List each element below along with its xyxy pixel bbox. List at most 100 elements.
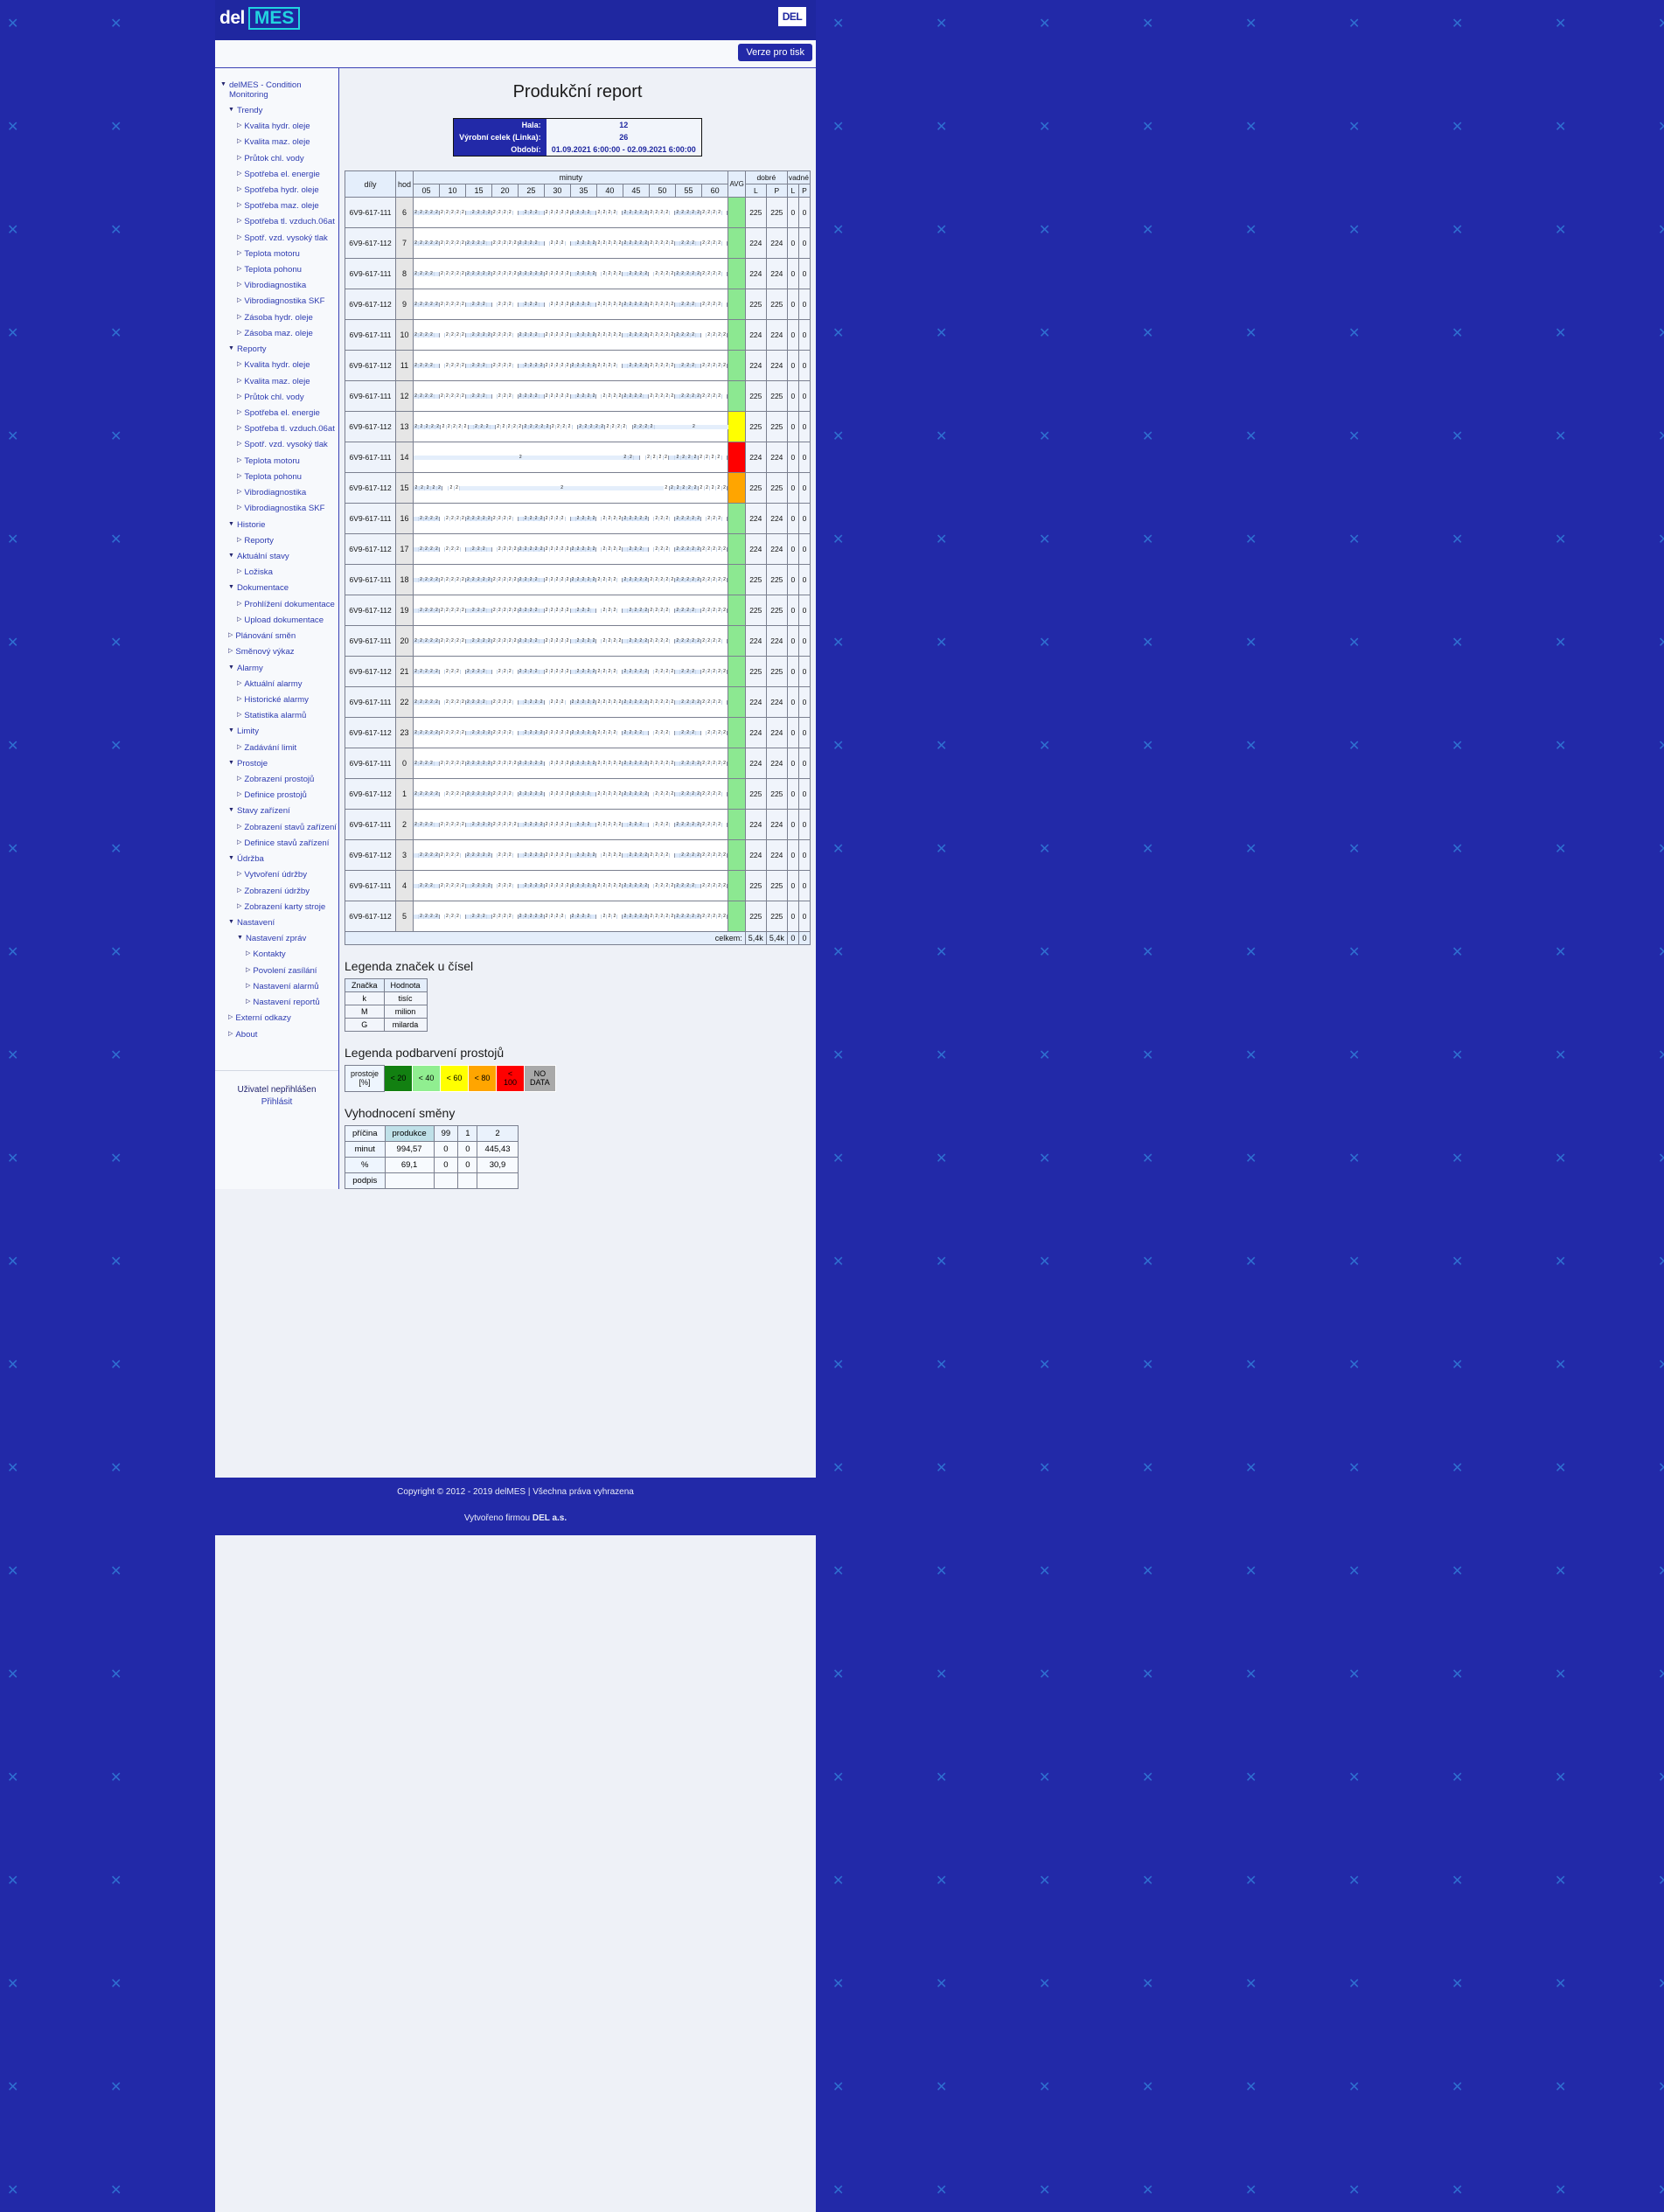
caret-right-icon[interactable]: ▷: [237, 424, 241, 434]
sidebar-item-historick-alarmy[interactable]: ▷Historické alarmy: [215, 692, 338, 707]
caret-down-icon[interactable]: ▼: [228, 759, 234, 769]
sidebar-item-delmes-condition-monitoring[interactable]: ▼delMES - Condition Monitoring: [215, 77, 338, 102]
sidebar-item-pr-tok-chl-vody[interactable]: ▷Průtok chl. vody: [215, 389, 338, 405]
caret-right-icon[interactable]: ▷: [237, 472, 241, 482]
caret-right-icon[interactable]: ▷: [246, 949, 250, 959]
sidebar-item-nastaven[interactable]: ▼Nastavení: [215, 915, 338, 930]
sidebar-item-z-soba-hydr-oleje[interactable]: ▷Zásoba hydr. oleje: [215, 310, 338, 325]
sidebar-item-alarmy[interactable]: ▼Alarmy: [215, 660, 338, 676]
caret-right-icon[interactable]: ▷: [237, 870, 241, 880]
caret-down-icon[interactable]: ▼: [228, 552, 234, 561]
caret-down-icon[interactable]: ▼: [237, 934, 243, 943]
caret-right-icon[interactable]: ▷: [237, 233, 241, 243]
sidebar-item-spot-vzd-vysok-tlak[interactable]: ▷Spotř. vzd. vysoký tlak: [215, 230, 338, 246]
sidebar-item-reporty[interactable]: ▼Reporty: [215, 342, 338, 358]
caret-down-icon[interactable]: ▼: [228, 583, 234, 593]
caret-right-icon[interactable]: ▷: [237, 504, 241, 513]
caret-right-icon[interactable]: ▷: [237, 281, 241, 290]
sidebar-item-prohl-en-dokumentace[interactable]: ▷Prohlížení dokumentace: [215, 596, 338, 612]
sidebar-item-aktu-ln-alarmy[interactable]: ▷Aktuální alarmy: [215, 676, 338, 692]
caret-right-icon[interactable]: ▷: [237, 456, 241, 466]
caret-right-icon[interactable]: ▷: [237, 838, 241, 848]
sidebar-item-dokumentace[interactable]: ▼Dokumentace: [215, 581, 338, 596]
caret-down-icon[interactable]: ▼: [228, 806, 234, 816]
sidebar-item-definice-prostoj[interactable]: ▷Definice prostojů: [215, 788, 338, 803]
sidebar-item-kvalita-maz-oleje[interactable]: ▷Kvalita maz. oleje: [215, 135, 338, 150]
caret-down-icon[interactable]: ▼: [228, 918, 234, 928]
sidebar-item-nastaven-alarm[interactable]: ▷Nastavení alarmů: [215, 978, 338, 994]
caret-right-icon[interactable]: ▷: [237, 137, 241, 147]
caret-right-icon[interactable]: ▷: [246, 982, 250, 991]
caret-right-icon[interactable]: ▷: [237, 743, 241, 753]
sidebar-item-povolen-zas-l-n[interactable]: ▷Povolení zasílání: [215, 963, 338, 978]
caret-down-icon[interactable]: ▼: [228, 106, 234, 115]
sidebar-item-spot-eba-maz-oleje[interactable]: ▷Spotřeba maz. oleje: [215, 198, 338, 214]
sidebar-item-pr-tok-chl-vody[interactable]: ▷Průtok chl. vody: [215, 150, 338, 166]
caret-right-icon[interactable]: ▷: [237, 600, 241, 609]
sidebar-item-spot-eba-tl-vzduch-06at[interactable]: ▷Spotřeba tl. vzduch.06at: [215, 214, 338, 230]
caret-right-icon[interactable]: ▷: [237, 679, 241, 689]
caret-right-icon[interactable]: ▷: [228, 631, 233, 641]
sidebar-item-spot-eba-el-energie[interactable]: ▷Spotřeba el. energie: [215, 405, 338, 421]
sidebar-item-vibrodiagnostika-skf[interactable]: ▷Vibrodiagnostika SKF: [215, 294, 338, 310]
caret-right-icon[interactable]: ▷: [237, 711, 241, 720]
caret-right-icon[interactable]: ▷: [228, 1013, 233, 1023]
caret-right-icon[interactable]: ▷: [237, 393, 241, 402]
sidebar-item-zobrazen-prostoj[interactable]: ▷Zobrazení prostojů: [215, 771, 338, 787]
caret-right-icon[interactable]: ▷: [237, 185, 241, 195]
caret-right-icon[interactable]: ▷: [237, 887, 241, 896]
caret-right-icon[interactable]: ▷: [237, 488, 241, 497]
caret-right-icon[interactable]: ▷: [246, 998, 250, 1007]
sidebar-item-extern-odkazy[interactable]: ▷Externí odkazy: [215, 1011, 338, 1026]
caret-right-icon[interactable]: ▷: [237, 249, 241, 259]
sidebar-item-spot-eba-hydr-oleje[interactable]: ▷Spotřeba hydr. oleje: [215, 182, 338, 198]
sidebar-item-aktu-ln-stavy[interactable]: ▼Aktuální stavy: [215, 548, 338, 564]
caret-right-icon[interactable]: ▷: [237, 775, 241, 784]
caret-right-icon[interactable]: ▷: [237, 536, 241, 546]
sidebar-item-trendy[interactable]: ▼Trendy: [215, 102, 338, 118]
sidebar-item-kontakty[interactable]: ▷Kontakty: [215, 947, 338, 963]
caret-right-icon[interactable]: ▷: [237, 567, 241, 577]
caret-right-icon[interactable]: ▷: [237, 265, 241, 275]
caret-right-icon[interactable]: ▷: [228, 647, 233, 657]
caret-right-icon[interactable]: ▷: [237, 154, 241, 163]
caret-right-icon[interactable]: ▷: [237, 408, 241, 418]
sidebar-item-limity[interactable]: ▼Limity: [215, 724, 338, 740]
sidebar-item-kvalita-hydr-oleje[interactable]: ▷Kvalita hydr. oleje: [215, 358, 338, 373]
sidebar-item-nastaven-zpr-v[interactable]: ▼Nastavení zpráv: [215, 931, 338, 947]
sidebar-item-statistika-alarm[interactable]: ▷Statistika alarmů: [215, 708, 338, 724]
caret-right-icon[interactable]: ▷: [237, 616, 241, 625]
sidebar-item-teplota-pohonu[interactable]: ▷Teplota pohonu: [215, 261, 338, 277]
sidebar-item-reporty[interactable]: ▷Reporty: [215, 532, 338, 548]
sidebar-item-vibrodiagnostika-skf[interactable]: ▷Vibrodiagnostika SKF: [215, 501, 338, 517]
caret-down-icon[interactable]: ▼: [220, 80, 226, 90]
caret-right-icon[interactable]: ▷: [237, 296, 241, 306]
sidebar-item-zobrazen-stav-za-zen[interactable]: ▷Zobrazení stavů zařízení: [215, 819, 338, 835]
caret-down-icon[interactable]: ▼: [228, 344, 234, 354]
sidebar-item-stavy-za-zen[interactable]: ▼Stavy zařízení: [215, 803, 338, 819]
sidebar-item-about[interactable]: ▷About: [215, 1026, 338, 1042]
caret-right-icon[interactable]: ▷: [237, 122, 241, 131]
sidebar-item-lo-iska[interactable]: ▷Ložiska: [215, 565, 338, 581]
caret-right-icon[interactable]: ▷: [237, 217, 241, 226]
login-link[interactable]: Přihlásit: [215, 1097, 338, 1107]
sidebar-item-kvalita-hydr-oleje[interactable]: ▷Kvalita hydr. oleje: [215, 118, 338, 134]
sidebar-item-dr-ba[interactable]: ▼Údržba: [215, 852, 338, 867]
caret-right-icon[interactable]: ▷: [237, 790, 241, 800]
sidebar-item-vytvo-en-dr-by[interactable]: ▷Vytvoření údržby: [215, 867, 338, 883]
sidebar-item-kvalita-maz-oleje[interactable]: ▷Kvalita maz. oleje: [215, 373, 338, 389]
sidebar-item-upload-dokumentace[interactable]: ▷Upload dokumentace: [215, 612, 338, 628]
sidebar-item-teplota-motoru[interactable]: ▷Teplota motoru: [215, 246, 338, 261]
sidebar-item-definice-stav-za-zen[interactable]: ▷Definice stavů zařízení: [215, 835, 338, 851]
caret-right-icon[interactable]: ▷: [237, 823, 241, 832]
sidebar-item-sm-nov-v-kaz[interactable]: ▷Směnový výkaz: [215, 644, 338, 660]
caret-down-icon[interactable]: ▼: [228, 727, 234, 736]
caret-down-icon[interactable]: ▼: [228, 664, 234, 673]
print-version-button[interactable]: Verze pro tisk: [738, 44, 812, 61]
caret-right-icon[interactable]: ▷: [237, 440, 241, 449]
sidebar-item-zad-v-n-limit[interactable]: ▷Zadávání limit: [215, 740, 338, 755]
caret-right-icon[interactable]: ▷: [237, 902, 241, 912]
caret-down-icon[interactable]: ▼: [228, 854, 234, 864]
sidebar-item-zobrazen-karty-stroje[interactable]: ▷Zobrazení karty stroje: [215, 899, 338, 915]
caret-right-icon[interactable]: ▷: [237, 313, 241, 323]
